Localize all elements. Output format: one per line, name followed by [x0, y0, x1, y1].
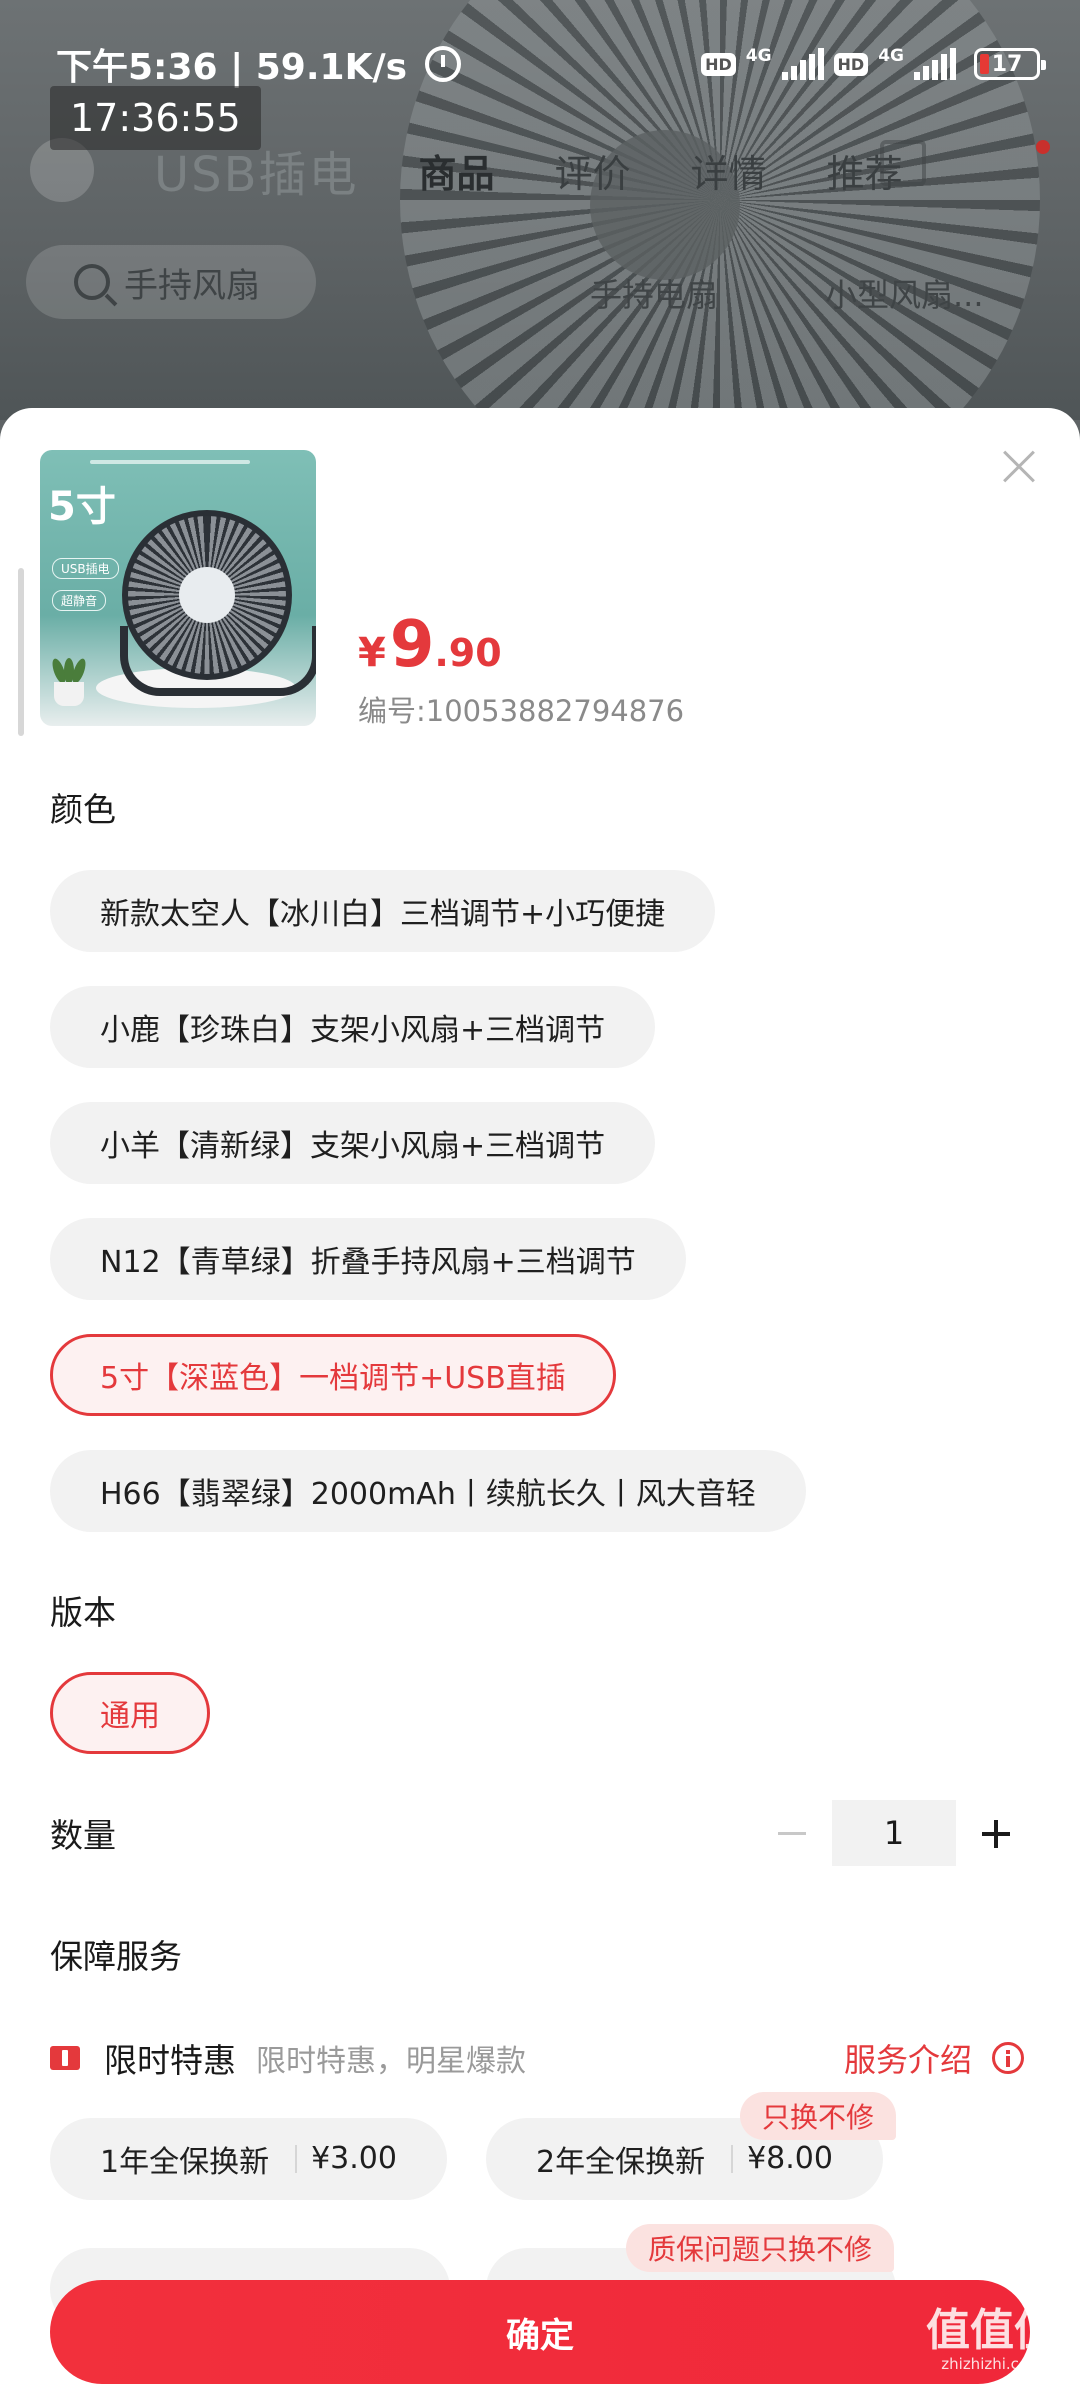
product-price: ¥ 9 .90	[358, 608, 502, 682]
fan-hub-shape	[179, 567, 235, 623]
sku-code: 编号:10053882794876	[358, 694, 685, 728]
background-search-text: 手持风扇	[124, 265, 260, 306]
service-plan-name: 1年全保换新	[100, 2145, 270, 2180]
watermark: 值值值 zhizhizhi.com	[926, 2309, 1058, 2372]
color-option[interactable]: H66【翡翠绿】2000mAh丨续航长久丨风大音轻	[50, 1450, 806, 1532]
info-icon	[992, 2042, 1024, 2074]
quantity-label: 数量	[50, 1816, 116, 1855]
clock-overlay: 17:36:55	[50, 86, 261, 150]
color-option[interactable]: 小羊【清新绿】支架小风扇+三档调节	[50, 1102, 656, 1184]
version-option-selected[interactable]: 通用	[50, 1672, 210, 1754]
hd-badge: HD	[833, 52, 869, 76]
quantity-input[interactable]: 1	[832, 1800, 956, 1866]
status-bar: 下午5:36 | 59.1K/s HD 4G HD 4G 17	[56, 36, 1046, 92]
alarm-icon	[425, 46, 462, 82]
background-hot-word: 手持电扇	[590, 276, 719, 314]
price-decimal: .90	[434, 631, 502, 675]
promo-icon	[50, 2046, 80, 2070]
product-thumbnail: 5寸 USB插电 超静音	[40, 450, 316, 726]
background-tab-reviews: 评价	[554, 151, 631, 196]
color-option[interactable]: N12【青草绿】折叠手持风扇+三档调节	[50, 1218, 686, 1300]
quantity-plus-button[interactable]	[960, 1800, 1030, 1866]
watermark-url: zhizhizhi.com	[941, 2355, 1043, 2373]
service-plan-tag: 质保问题只换不修	[626, 2224, 895, 2272]
thumbnail-tag: 超静音	[52, 590, 107, 611]
color-section-title: 颜色	[50, 790, 116, 829]
confirm-button[interactable]: 确定	[50, 2280, 1030, 2384]
price-integer: 9	[389, 608, 435, 682]
signal-icon	[781, 48, 824, 80]
price-currency: ¥	[358, 630, 386, 676]
network-type: 4G	[745, 46, 772, 66]
battery-icon: 17	[974, 48, 1046, 80]
background-tab-details: 详情	[690, 151, 767, 196]
color-option-selected[interactable]: 5寸【深蓝色】一档调节+USB直插	[50, 1334, 616, 1416]
close-icon[interactable]	[994, 442, 1044, 492]
scrollbar[interactable]	[18, 568, 24, 736]
promo-row: 限时特惠 限时特惠，明星爆款 服务介绍	[50, 2028, 1024, 2088]
share-icon	[880, 140, 926, 186]
sku-bottom-sheet: 5寸 USB插电 超静音 ¥ 9 .90 编号:10053882794876 颜…	[0, 408, 1080, 2400]
watermark-logo: 值值值	[926, 2305, 1058, 2356]
service-intro-label: 服务介绍	[843, 2041, 972, 2079]
hd-badge: HD	[701, 52, 736, 76]
service-plan-tag: 只换不修	[740, 2092, 897, 2140]
plant-icon	[48, 636, 89, 706]
promo-title: 限时特惠	[104, 2041, 236, 2080]
service-plan-option[interactable]: 1年全保换新 ¥3.00	[50, 2118, 447, 2200]
version-section-title: 版本	[50, 1593, 116, 1632]
promo-description: 限时特惠，明星爆款	[256, 2044, 526, 2079]
thumbnail-size-label: 5寸	[48, 484, 116, 530]
network-type: 4G	[878, 46, 904, 66]
service-intro-link[interactable]: 服务介绍	[844, 2035, 1024, 2081]
quantity-minus-button[interactable]	[758, 1800, 828, 1866]
color-option[interactable]: 新款太空人【冰川白】三档调节+小巧便捷	[50, 870, 716, 952]
color-option[interactable]: 小鹿【珍珠白】支架小风扇+三档调节	[50, 986, 656, 1068]
background-search-bar: 手持风扇	[26, 245, 316, 319]
quantity-row: 数量 1	[50, 1798, 1030, 1868]
service-plan-name: 2年全保换新	[536, 2145, 706, 2180]
service-plan-price: ¥3.00	[295, 2144, 397, 2174]
background-hot-word: 小型风扇...	[825, 276, 984, 314]
notification-dot	[1036, 140, 1050, 154]
thumbnail-tag: USB插电	[52, 558, 119, 579]
service-plan-price: ¥8.00	[731, 2144, 833, 2174]
thumbnail-decoration	[90, 460, 250, 464]
search-icon	[74, 264, 110, 300]
quantity-stepper: 1	[758, 1800, 1030, 1866]
status-time-speed: 下午5:36 | 59.1K/s	[56, 47, 408, 88]
service-section-title: 保障服务	[50, 1937, 182, 1976]
background-tab-product: 商品	[418, 151, 495, 196]
signal-icon	[914, 48, 956, 80]
